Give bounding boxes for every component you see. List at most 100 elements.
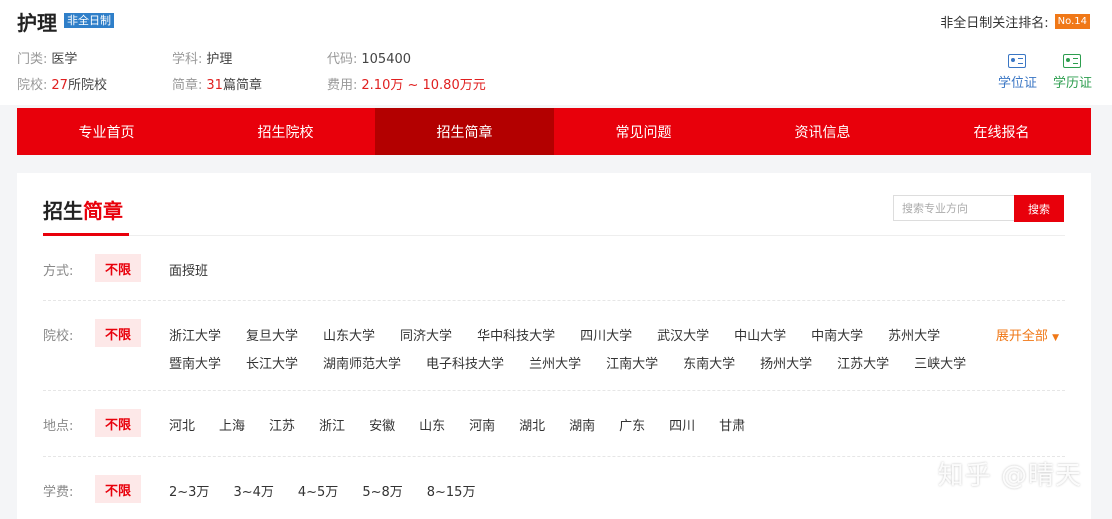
filter-mode-options: 面授班: [169, 260, 208, 279]
education-certificate-label: 学历证: [1052, 76, 1092, 91]
meta-category: 门类: 医学: [17, 48, 77, 67]
rank-info: 非全日制关注排名: No.14: [940, 12, 1090, 31]
filter-row-mode: 方式: 不限 面授班: [43, 254, 1065, 284]
filter-option[interactable]: 甘肃: [719, 415, 745, 434]
nav-item-brochures[interactable]: 招生简章: [375, 108, 554, 155]
meta-code-label: 代码:: [327, 52, 358, 67]
brochure-panel: 招生简章 搜索 方式: 不限 面授班 院校: 不限 浙江大学 复旦大学 山东大学 同济…: [17, 173, 1091, 519]
filter-option[interactable]: 3~4万: [233, 481, 273, 500]
study-mode-badge: 非全日制: [64, 13, 114, 28]
major-title: 护理: [17, 11, 57, 35]
filter-option[interactable]: 扬州大学: [760, 353, 812, 372]
nav-item-home[interactable]: 专业首页: [17, 108, 196, 155]
filter-option[interactable]: 华中科技大学: [477, 325, 555, 344]
meta-schools-count: 27: [51, 78, 68, 93]
filter-option[interactable]: 安徽: [369, 415, 395, 434]
filter-option[interactable]: 江苏大学: [837, 353, 889, 372]
search-input[interactable]: [893, 195, 1014, 221]
meta-fee: 费用: 2.10万 ~ 10.80万元: [327, 74, 486, 93]
filter-option[interactable]: 山东: [419, 415, 445, 434]
meta-code: 代码: 105400: [327, 48, 411, 67]
nav-item-apply[interactable]: 在线报名: [912, 108, 1091, 155]
filter-label-school: 院校:: [43, 329, 74, 344]
filter-option[interactable]: 东南大学: [683, 353, 735, 372]
filter-option[interactable]: 中山大学: [734, 325, 786, 344]
filter-option[interactable]: 四川大学: [580, 325, 632, 344]
meta-fee-label: 费用:: [327, 78, 358, 93]
filter-school-options-row1: 浙江大学 复旦大学 山东大学 同济大学 华中科技大学 四川大学 武汉大学 中山大学 中南大学 苏州…: [169, 325, 940, 344]
filter-option[interactable]: 苏州大学: [888, 325, 940, 344]
degree-certificate[interactable]: 学位证: [998, 54, 1037, 91]
degree-certificate-label: 学位证: [997, 76, 1037, 91]
meta-category-label: 门类:: [17, 52, 48, 67]
filter-option[interactable]: 长江大学: [246, 353, 298, 372]
meta-schools-label: 院校:: [17, 78, 48, 93]
meta-subject: 学科: 护理: [172, 48, 232, 67]
filter-label-mode: 方式:: [43, 264, 74, 279]
filter-fee-unlimited[interactable]: 不限: [95, 475, 141, 503]
nav-item-news[interactable]: 资讯信息: [733, 108, 912, 155]
filter-school-unlimited[interactable]: 不限: [95, 319, 141, 347]
expand-all-schools[interactable]: 展开全部 ▼: [996, 325, 1059, 344]
filter-option[interactable]: 山东大学: [323, 325, 375, 344]
filter-option[interactable]: 河南: [469, 415, 495, 434]
filter-option[interactable]: 江苏: [269, 415, 295, 434]
filter-option[interactable]: 暨南大学: [169, 353, 221, 372]
rank-badge: No.14: [1054, 14, 1090, 29]
row-divider: [43, 300, 1065, 301]
meta-brochures[interactable]: 简章: 31篇简章: [172, 74, 262, 93]
filter-mode-unlimited[interactable]: 不限: [95, 254, 141, 282]
certificates: 学位证 学历证: [998, 54, 1092, 91]
row-divider: [43, 390, 1065, 391]
filter-option[interactable]: 四川: [669, 415, 695, 434]
meta-code-value: 105400: [361, 52, 412, 67]
filter-option[interactable]: 浙江大学: [169, 325, 221, 344]
filter-option[interactable]: 中南大学: [811, 325, 863, 344]
filter-fee-options: 2~3万 3~4万 4~5万 5~8万 8~15万: [169, 481, 475, 500]
expand-all-label: 展开全部: [995, 329, 1048, 344]
filter-option[interactable]: 4~5万: [298, 481, 338, 500]
filter-option[interactable]: 湖南: [569, 415, 595, 434]
row-divider: [43, 456, 1065, 457]
section-title-part1: 招生: [43, 199, 83, 223]
filter-option[interactable]: 同济大学: [400, 325, 452, 344]
filter-option[interactable]: 广东: [619, 415, 645, 434]
meta-brochure-label: 简章:: [172, 78, 203, 93]
meta-schools[interactable]: 院校: 27所院校: [17, 74, 107, 93]
filter-option[interactable]: 8~15万: [427, 481, 476, 500]
filter-option[interactable]: 2~3万: [169, 481, 209, 500]
filter-option[interactable]: 兰州大学: [529, 353, 581, 372]
meta-schools-suffix: 所院校: [67, 78, 107, 93]
nav-item-faq[interactable]: 常见问题: [554, 108, 733, 155]
filter-option[interactable]: 湖北: [519, 415, 545, 434]
filter-row-location: 地点: 不限 河北 上海 江苏 浙江 安徽 山东 河南 湖北 湖南 广东 四川 甘肃: [43, 409, 1065, 439]
chevron-down-icon: ▼: [1052, 333, 1059, 343]
search-button[interactable]: 搜索: [1014, 195, 1064, 222]
filter-location-unlimited[interactable]: 不限: [95, 409, 141, 437]
meta-subject-value: 护理: [206, 52, 233, 67]
filter-option[interactable]: 河北: [169, 415, 195, 434]
rank-label: 非全日制关注排名:: [940, 16, 1049, 31]
main-nav: 专业首页 招生院校 招生简章 常见问题 资讯信息 在线报名: [17, 108, 1091, 155]
meta-brochure-suffix: 篇简章: [222, 78, 262, 93]
filter-option[interactable]: 面授班: [169, 260, 208, 279]
id-card-icon: [1063, 54, 1082, 68]
nav-item-schools[interactable]: 招生院校: [196, 108, 375, 155]
filter-option[interactable]: 上海: [219, 415, 245, 434]
filter-option[interactable]: 江南大学: [606, 353, 658, 372]
filter-row-school: 院校: 不限 浙江大学 复旦大学 山东大学 同济大学 华中科技大学 四川大学 武汉大学 中山大…: [43, 319, 1065, 375]
filter-option[interactable]: 武汉大学: [657, 325, 709, 344]
filter-option[interactable]: 三峡大学: [914, 353, 966, 372]
id-card-icon: [1008, 54, 1027, 68]
filter-option[interactable]: 湖南师范大学: [323, 353, 401, 372]
filter-label-location: 地点:: [43, 419, 74, 434]
meta-subject-label: 学科:: [172, 52, 203, 67]
meta-category-value: 医学: [51, 52, 78, 67]
education-certificate[interactable]: 学历证: [1053, 54, 1092, 91]
filter-option[interactable]: 电子科技大学: [426, 353, 504, 372]
watermark: 知乎 @晴天: [937, 461, 1082, 491]
filter-option[interactable]: 5~8万: [362, 481, 402, 500]
filter-option[interactable]: 浙江: [319, 415, 345, 434]
meta-brochure-count: 31: [206, 78, 223, 93]
filter-option[interactable]: 复旦大学: [246, 325, 298, 344]
